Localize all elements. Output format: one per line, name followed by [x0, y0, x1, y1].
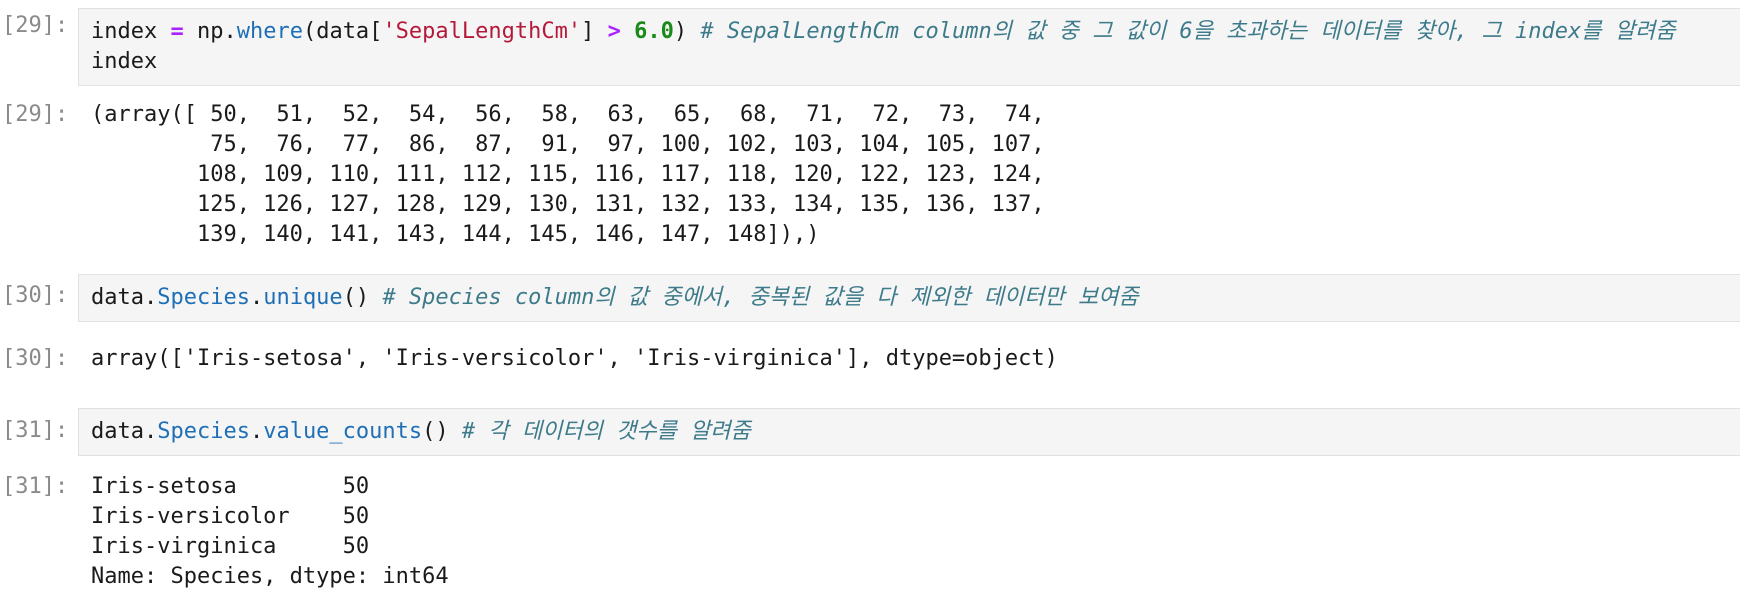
- code-input[interactable]: data.Species.value_counts() # 각 데이터의 갯수를…: [78, 408, 1740, 456]
- code-line: index: [91, 47, 1740, 77]
- output-prompt: [30]:: [2, 346, 69, 371]
- input-prompt: [29]:: [2, 13, 69, 38]
- output-prompt: [29]:: [2, 102, 69, 127]
- code-text: index: [91, 19, 171, 44]
- code-identifier: value_counts: [263, 419, 423, 444]
- output-line: 125, 126, 127, 128, 129, 130, 131, 132, …: [91, 192, 1045, 217]
- output-line: 139, 140, 141, 143, 144, 145, 146, 147, …: [91, 222, 820, 247]
- notebook: [29]: index = np.where(data['SepalLength…: [0, 0, 1740, 604]
- input-prompt: [30]:: [2, 283, 69, 308]
- code-text: np.: [183, 19, 237, 44]
- code-operator: >: [607, 19, 621, 44]
- code-operator: =: [170, 19, 184, 44]
- code-line: data.Species.value_counts() # 각 데이터의 갯수를…: [91, 417, 1740, 447]
- output-area: Iris-setosa 50 Iris-versicolor 50 Iris-v…: [91, 472, 1740, 592]
- code-number: 6.0: [634, 19, 674, 44]
- output-line: array(['Iris-setosa', 'Iris-versicolor',…: [91, 346, 1058, 371]
- code-text: .: [249, 419, 264, 444]
- code-input[interactable]: index = np.where(data['SepalLengthCm'] >…: [78, 8, 1740, 86]
- code-identifier: Species: [157, 419, 250, 444]
- code-comment: # Species column의 값 중에서, 중복된 값을 다 제외한 데이…: [382, 285, 1139, 310]
- code-identifier: where: [236, 19, 303, 44]
- code-text: ]: [581, 19, 608, 44]
- code-identifier: unique: [263, 285, 343, 310]
- code-string: 'SepalLengthCm': [382, 19, 582, 44]
- code-text: data.: [91, 285, 158, 310]
- code-text: ): [673, 19, 701, 44]
- output-line: Iris-virginica 50: [91, 534, 370, 559]
- output-line: 108, 109, 110, 111, 112, 115, 116, 117, …: [91, 162, 1045, 187]
- code-comment: # SepalLengthCm column의 값 중 그 값이 6을 초과하는…: [700, 19, 1676, 44]
- code-text: (): [342, 285, 383, 310]
- code-identifier: Species: [157, 285, 250, 310]
- output-line: Iris-versicolor 50: [91, 504, 370, 529]
- output-prompt: [31]:: [2, 474, 69, 499]
- code-text: data.: [91, 419, 158, 444]
- output-area: (array([ 50, 51, 52, 54, 56, 58, 63, 65,…: [91, 100, 1740, 250]
- code-text: (): [422, 419, 462, 444]
- code-text: index: [91, 49, 158, 74]
- code-line: index = np.where(data['SepalLengthCm'] >…: [91, 17, 1740, 47]
- code-line: data.Species.unique() # Species column의 …: [91, 283, 1740, 313]
- code-text: (data[: [302, 19, 383, 44]
- output-area: array(['Iris-setosa', 'Iris-versicolor',…: [91, 344, 1740, 374]
- output-line: Iris-setosa 50: [91, 474, 370, 499]
- input-prompt: [31]:: [2, 418, 69, 443]
- code-text: .: [249, 285, 264, 310]
- output-line: 75, 76, 77, 86, 87, 91, 97, 100, 102, 10…: [91, 132, 1045, 157]
- code-input[interactable]: data.Species.unique() # Species column의 …: [78, 274, 1740, 322]
- output-line: (array([ 50, 51, 52, 54, 56, 58, 63, 65,…: [91, 102, 1045, 127]
- output-line: Name: Species, dtype: int64: [91, 564, 449, 589]
- code-comment: # 각 데이터의 갯수를 알려줌: [461, 419, 751, 444]
